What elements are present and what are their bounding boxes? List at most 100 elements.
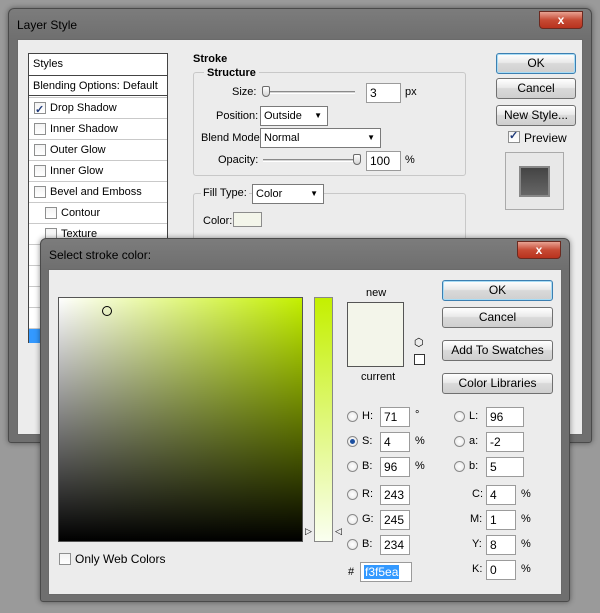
hue-slider[interactable]	[314, 297, 333, 542]
a-field[interactable]: -2	[486, 432, 524, 452]
position-select[interactable]: Outside ▼	[260, 106, 328, 126]
styles-item-inner-glow[interactable]: Inner Glow	[29, 160, 167, 181]
c-unit: %	[521, 488, 531, 500]
drop-shadow-checkbox[interactable]	[34, 100, 46, 120]
styles-item-label: Bevel and Emboss	[50, 186, 142, 198]
y-field[interactable]: 8	[486, 535, 516, 555]
styles-item-drop-shadow[interactable]: Drop Shadow	[29, 97, 167, 120]
b-label: B:	[362, 460, 373, 472]
blue-field[interactable]: 234	[380, 535, 410, 555]
preview-checkbox[interactable]	[508, 129, 520, 143]
lab-b-radio[interactable]	[454, 461, 465, 472]
styles-item-label: Contour	[61, 207, 101, 219]
brightness-radio[interactable]	[347, 461, 358, 472]
styles-item-outer-glow[interactable]: Outer Glow	[29, 139, 167, 160]
size-field[interactable]: 3	[366, 83, 401, 103]
ok-button[interactable]: OK	[442, 280, 553, 301]
c-field[interactable]: 4	[486, 485, 516, 505]
s-label: S:	[362, 435, 373, 447]
web-safe-square-icon[interactable]	[414, 354, 425, 365]
l-radio[interactable]	[454, 411, 465, 422]
blend-mode-value: Normal	[264, 132, 300, 144]
color-field[interactable]	[58, 297, 303, 542]
r-field[interactable]: 243	[380, 485, 410, 505]
stroke-color-swatch[interactable]	[233, 212, 262, 227]
outer-glow-checkbox[interactable]	[34, 144, 46, 156]
m-label: M:	[470, 513, 483, 525]
styles-item-label: Inner Glow	[50, 165, 104, 177]
h-field[interactable]: 71	[380, 407, 410, 427]
s-field[interactable]: 4	[380, 432, 410, 452]
inner-glow-checkbox[interactable]	[34, 165, 46, 177]
color-libraries-button[interactable]: Color Libraries	[442, 373, 553, 394]
title-bar[interactable]: Select stroke color: x	[41, 239, 569, 267]
styles-header[interactable]: Styles	[29, 54, 167, 75]
y-label: Y:	[472, 538, 482, 550]
color-field-marker[interactable]	[102, 306, 112, 316]
add-to-swatches-button[interactable]: Add To Swatches	[442, 340, 553, 361]
color-field-black-overlay	[59, 298, 302, 541]
close-button[interactable]: x	[517, 241, 561, 259]
saturation-radio[interactable]	[347, 436, 358, 447]
c-label: C:	[472, 488, 483, 500]
lab-b-label: b:	[469, 460, 479, 472]
color-picker-window: Select stroke color: x ▷ ◁ new current ⬡…	[40, 238, 570, 602]
contour-checkbox[interactable]	[45, 207, 57, 219]
styles-item-contour[interactable]: Contour	[29, 202, 167, 223]
close-button[interactable]: x	[539, 11, 583, 29]
chevron-down-icon: ▼	[310, 189, 318, 198]
s-unit: %	[415, 435, 425, 447]
styles-item-label: Outer Glow	[50, 144, 106, 156]
hue-slider-left-arrow[interactable]: ▷	[305, 526, 312, 537]
g-field[interactable]: 245	[380, 510, 410, 530]
m-field[interactable]: 1	[486, 510, 516, 530]
hex-field[interactable]: f3f5ea	[360, 562, 412, 582]
opacity-slider-thumb[interactable]	[353, 154, 361, 165]
size-slider-thumb[interactable]	[262, 86, 270, 97]
styles-item-label: Inner Shadow	[50, 123, 118, 135]
ok-button[interactable]: OK	[496, 53, 576, 74]
styles-header-label: Styles	[33, 58, 63, 70]
green-radio[interactable]	[347, 514, 358, 525]
position-label: Position:	[216, 110, 259, 122]
bevel-emboss-checkbox[interactable]	[34, 186, 46, 198]
hue-slider-right-arrow[interactable]: ◁	[335, 526, 342, 537]
k-unit: %	[521, 563, 531, 575]
red-radio[interactable]	[347, 489, 358, 500]
only-web-colors-label: Only Web Colors	[75, 552, 166, 566]
opacity-field[interactable]: 100	[366, 151, 401, 171]
inner-shadow-checkbox[interactable]	[34, 123, 46, 135]
chevron-down-icon: ▼	[314, 111, 322, 120]
only-web-colors-checkbox[interactable]	[59, 553, 71, 565]
cancel-button[interactable]: Cancel	[442, 307, 553, 328]
window-title: Select stroke color:	[49, 248, 152, 262]
lab-b-field[interactable]: 5	[486, 457, 524, 477]
r-label: R:	[362, 488, 373, 500]
new-style-button[interactable]: New Style...	[496, 105, 576, 126]
title-bar[interactable]: Layer Style x	[9, 9, 591, 37]
styles-item-bevel-emboss[interactable]: Bevel and Emboss	[29, 181, 167, 202]
k-label: K:	[472, 563, 483, 575]
styles-item-inner-shadow[interactable]: Inner Shadow	[29, 118, 167, 139]
hue-radio[interactable]	[347, 411, 358, 422]
h-label: H:	[362, 410, 373, 422]
opacity-slider-track[interactable]	[263, 159, 355, 162]
stroke-heading: Stroke	[193, 53, 228, 65]
b-unit: %	[415, 460, 425, 472]
current-color-swatch[interactable]	[347, 335, 404, 367]
color-picker-client: ▷ ◁ new current ⬡ OK Cancel Add To Swatc…	[48, 269, 562, 595]
size-slider-track[interactable]	[263, 91, 355, 94]
cancel-button[interactable]: Cancel	[496, 78, 576, 99]
l-label: L:	[469, 410, 479, 422]
a-radio[interactable]	[454, 436, 465, 447]
styles-item-blending-options[interactable]: Blending Options: Default	[29, 75, 167, 96]
blue-radio[interactable]	[347, 539, 358, 550]
b-field[interactable]: 96	[380, 457, 410, 477]
current-label: current	[361, 371, 396, 383]
cube-icon[interactable]: ⬡	[414, 336, 424, 349]
l-field[interactable]: 96	[486, 407, 524, 427]
k-field[interactable]: 0	[486, 560, 516, 580]
position-value: Outside	[264, 110, 302, 122]
fill-type-select[interactable]: Color ▼	[252, 184, 324, 204]
blend-mode-select[interactable]: Normal ▼	[260, 128, 381, 148]
